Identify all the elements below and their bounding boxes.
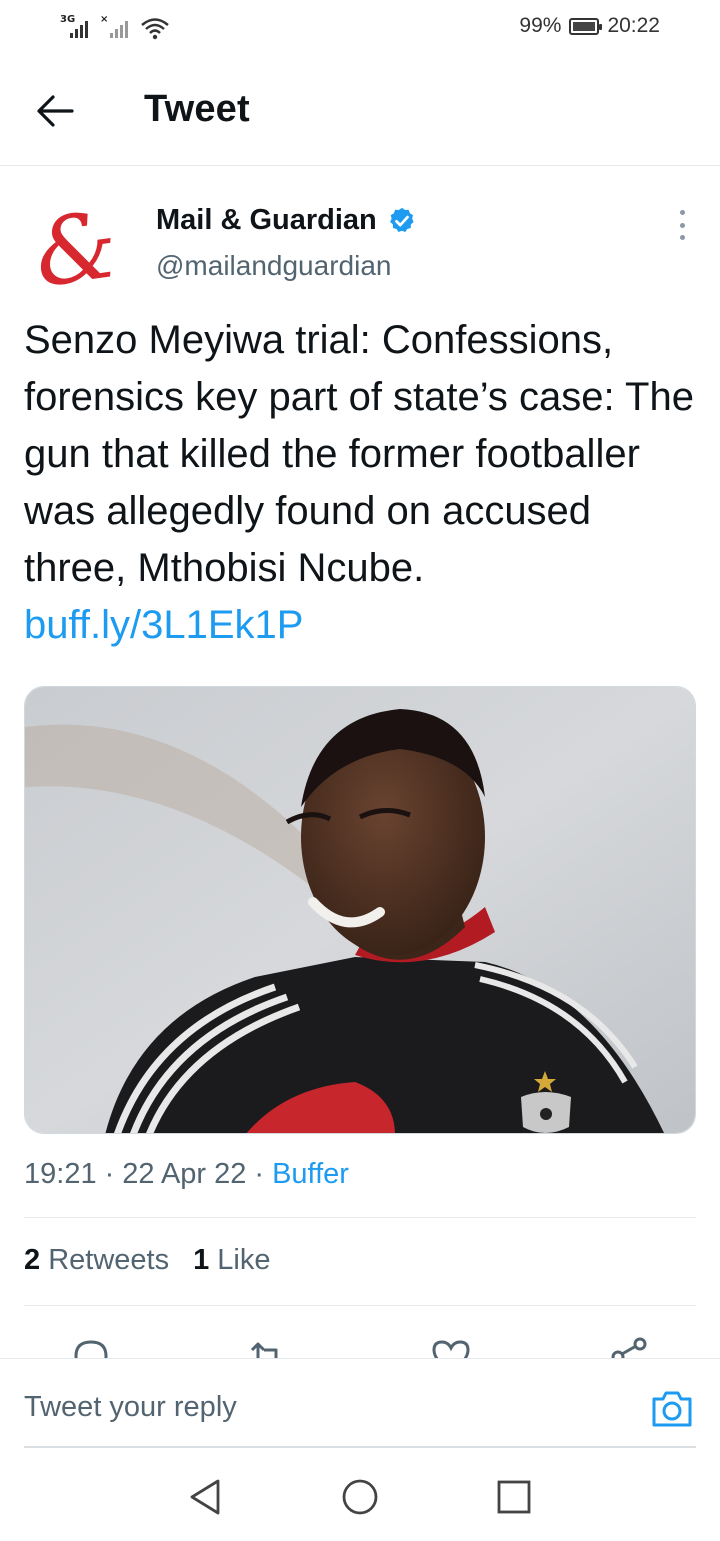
battery-percent: 99% xyxy=(519,14,562,37)
status-right: 99% 20:22 xyxy=(519,14,660,38)
wifi-icon xyxy=(141,18,169,40)
reply-underline xyxy=(24,1446,696,1448)
likes-label: Like xyxy=(217,1244,271,1276)
tweet-actions xyxy=(0,1320,720,1358)
retweets-label: Retweets xyxy=(48,1244,170,1276)
tweet-text: Senzo Meyiwa trial: Confessions, forensi… xyxy=(24,318,694,590)
photo-icon xyxy=(25,687,695,1133)
status-left: 3G × xyxy=(60,14,170,40)
tweet-stats: 2 Retweets 1 Like xyxy=(24,1244,271,1277)
meta-separator: · xyxy=(104,1158,115,1190)
tweet-meta: 19:21 · 22 Apr 22 · Buffer xyxy=(24,1158,349,1191)
author-name-row: Mail & Guardian xyxy=(156,204,417,237)
retweet-icon[interactable] xyxy=(244,1334,290,1358)
share-icon[interactable] xyxy=(606,1334,652,1358)
divider xyxy=(24,1305,696,1306)
tweet-time: 19:21 xyxy=(24,1158,97,1190)
reply-input[interactable]: Tweet your reply xyxy=(24,1391,237,1424)
avatar[interactable]: & xyxy=(24,190,128,309)
author-name[interactable]: Mail & Guardian xyxy=(156,204,377,237)
nav-recents-icon[interactable] xyxy=(494,1477,534,1517)
battery-charging-icon xyxy=(569,17,603,35)
tweet-photo[interactable] xyxy=(24,686,696,1134)
system-navbar xyxy=(0,1455,720,1541)
reply-icon[interactable] xyxy=(68,1334,114,1358)
tweet-source[interactable]: Buffer xyxy=(272,1158,349,1191)
nav-home-icon[interactable] xyxy=(340,1477,380,1517)
like-icon[interactable] xyxy=(428,1334,474,1358)
meta-separator: · xyxy=(254,1158,265,1190)
verified-badge-icon xyxy=(389,207,414,232)
no-service-label: × xyxy=(100,14,109,25)
tweet-author: & Mail & Guardian @mailandguardian xyxy=(24,190,696,309)
likes-stat[interactable]: 1 Like xyxy=(193,1244,270,1277)
nav-back-icon[interactable] xyxy=(186,1477,226,1517)
more-options-icon[interactable] xyxy=(676,210,688,240)
signal-icon: 3G xyxy=(60,14,94,40)
tweet-date: 22 Apr 22 xyxy=(122,1158,247,1190)
reply-bar: Tweet your reply xyxy=(0,1358,720,1448)
back-button[interactable] xyxy=(30,88,80,134)
retweets-count: 2 xyxy=(24,1244,41,1276)
arrow-left-icon xyxy=(37,95,74,127)
camera-icon[interactable] xyxy=(650,1389,694,1429)
retweets-stat[interactable]: 2 Retweets xyxy=(24,1244,169,1277)
author-handle[interactable]: @mailandguardian xyxy=(156,250,391,282)
likes-count: 1 xyxy=(193,1244,210,1276)
avatar-logo: & xyxy=(27,190,124,309)
tweet-link[interactable]: buff.ly/3L1Ek1P xyxy=(24,603,303,647)
app-header: Tweet xyxy=(0,56,720,166)
divider xyxy=(24,1217,696,1218)
tweet-body: Senzo Meyiwa trial: Confessions, forensi… xyxy=(24,312,696,654)
signal-no-service-icon: × xyxy=(100,14,134,40)
page-title: Tweet xyxy=(144,88,250,130)
status-bar: 3G × 99% 20:22 xyxy=(0,0,720,56)
clock: 20:22 xyxy=(607,14,660,37)
